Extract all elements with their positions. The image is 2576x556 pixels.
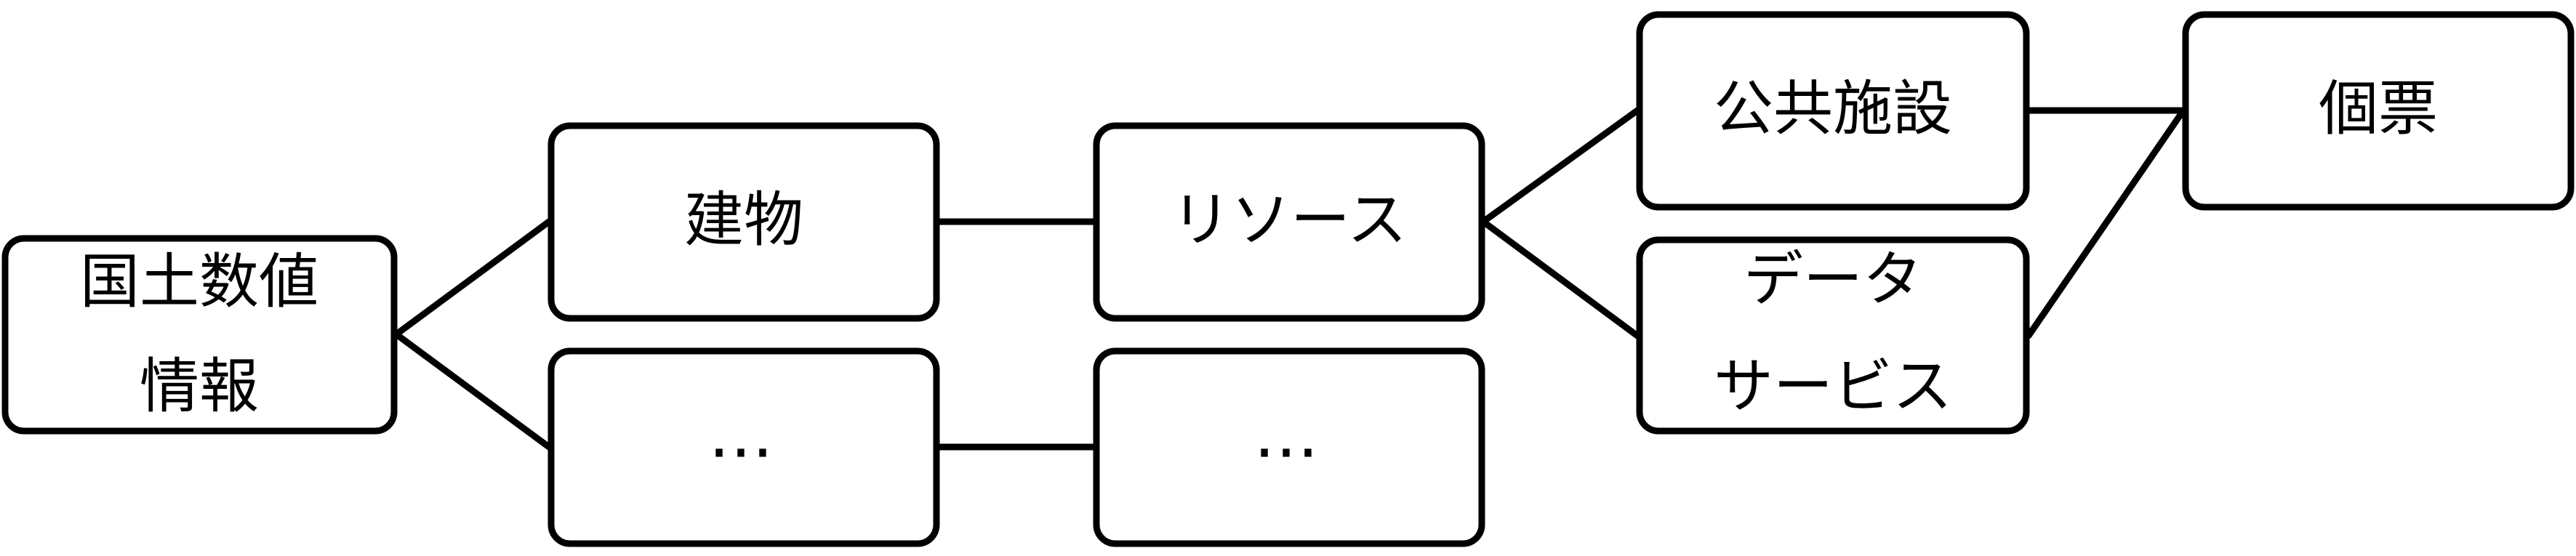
node-data-service-label-line2: サービス	[1714, 352, 1952, 422]
node-building-label: 建物	[684, 186, 803, 255]
node-ellipsis-b: …	[1093, 347, 1485, 547]
node-data-service-label-line1: データ	[1744, 246, 1922, 315]
edge-data-service-record	[2025, 107, 2187, 339]
edge-resource-public-facility	[1480, 107, 1641, 225]
node-resource: リソース	[1093, 122, 1485, 322]
hierarchy-diagram: 国土数値 情報 建物 … リソース … 公共施設 データ サービス 個票	[1, 11, 2575, 547]
node-record-label: 個票	[2319, 75, 2438, 144]
node-building: 建物	[547, 122, 940, 322]
node-public-facility: 公共施設	[1636, 11, 2030, 211]
node-root: 国土数値 情報	[1, 235, 398, 435]
node-resource-label: リソース	[1171, 186, 1407, 255]
edge-root-ellipsis-a	[393, 331, 553, 451]
node-ellipsis-a: …	[547, 347, 940, 547]
node-record: 個票	[2182, 11, 2575, 211]
node-public-facility-label: 公共施設	[1714, 75, 1952, 144]
node-root-label-line2: 情報	[140, 352, 259, 422]
node-ellipsis-a-label: …	[708, 397, 779, 473]
node-data-service: データ サービス	[1636, 236, 2030, 435]
edge-resource-data-service	[1480, 218, 1641, 339]
node-ellipsis-b-label: …	[1253, 397, 1325, 473]
edge-root-building	[393, 218, 553, 338]
node-root-label-line1: 国土数値	[80, 248, 318, 317]
